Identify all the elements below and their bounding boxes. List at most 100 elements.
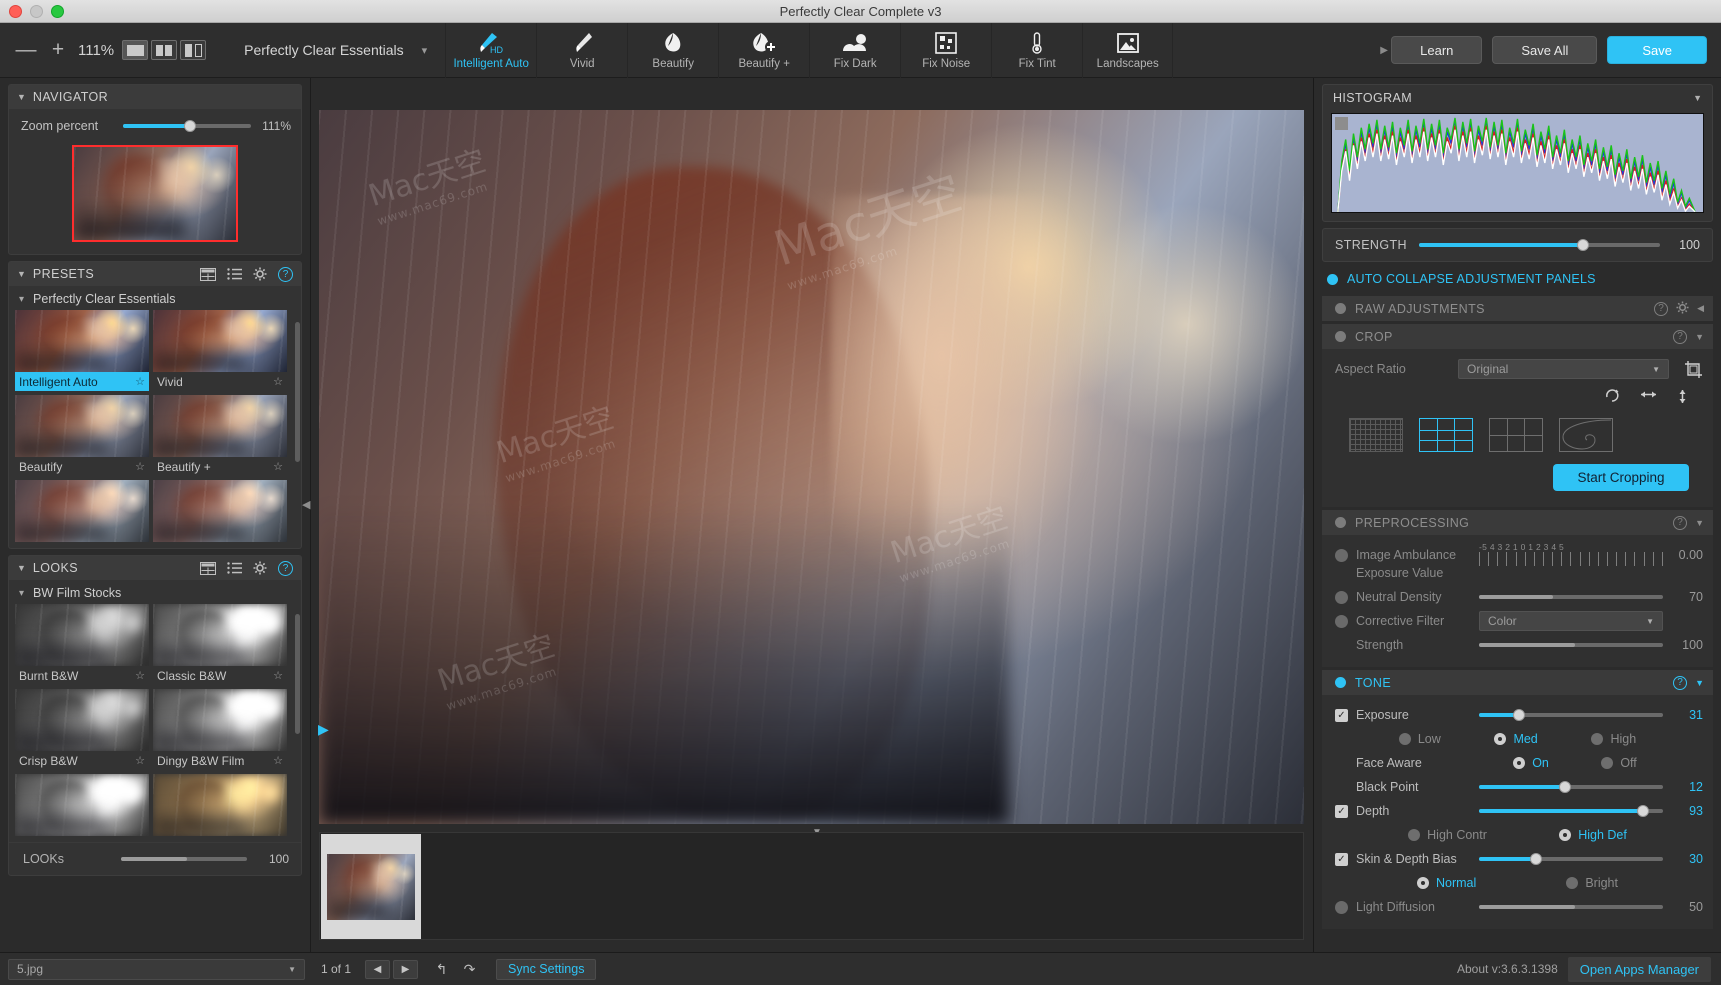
radio-low[interactable]: Low (1398, 732, 1441, 746)
image-canvas[interactable]: Mac天空www.mac69.com Mac天空www.mac69.com Ma… (319, 110, 1304, 824)
favorite-star-icon[interactable]: ☆ (135, 754, 145, 767)
triangle-down-icon[interactable]: ▼ (17, 92, 26, 102)
grid-dense-icon[interactable] (1349, 418, 1403, 452)
view-mode-group[interactable] (122, 40, 207, 60)
triangle-down-icon[interactable]: ▼ (1695, 332, 1704, 342)
looks-scrollbar[interactable] (295, 614, 300, 734)
rotate-icon[interactable] (1604, 388, 1621, 408)
tone-header[interactable]: TONE ? ▼ (1322, 670, 1713, 695)
navigator-header[interactable]: ▼ NAVIGATOR (9, 85, 301, 109)
tool-fix-tint[interactable]: Fix Tint (991, 22, 1082, 78)
golden-spiral-icon[interactable] (1559, 418, 1613, 452)
depth-slider[interactable] (1479, 805, 1663, 817)
view-mode-compare-icon[interactable] (180, 40, 207, 60)
neutral-density-slider[interactable] (1479, 595, 1663, 599)
view-mode-single-icon[interactable] (122, 40, 149, 60)
left-panel-collapse-handle[interactable]: ◀ (302, 498, 310, 511)
radio-high-contr[interactable]: High Contr (1408, 828, 1487, 842)
radio-face-aware-off[interactable]: Off (1601, 756, 1637, 770)
look-tile[interactable]: Classic B&W ☆ (153, 604, 287, 685)
tool-vivid[interactable]: Vivid (536, 22, 627, 78)
chevron-down-icon[interactable]: ▾ (422, 44, 428, 57)
chevron-down-icon[interactable]: ▾ (19, 294, 24, 305)
zoom-in-button[interactable]: + (42, 34, 74, 66)
auto-collapse-toggle[interactable]: AUTO COLLAPSE ADJUSTMENT PANELS (1314, 268, 1721, 293)
triangle-down-icon[interactable]: ▼ (17, 269, 26, 279)
exposure-checkbox[interactable]: ✓ (1335, 708, 1348, 722)
tool-intelligent-auto[interactable]: HD Intelligent Auto (445, 22, 536, 78)
radio-face-aware-on[interactable]: On (1513, 756, 1549, 770)
look-tile[interactable] (153, 774, 287, 836)
save-all-button[interactable]: Save All (1492, 36, 1598, 64)
favorite-star-icon[interactable]: ☆ (273, 669, 283, 682)
radio-high[interactable]: High (1591, 732, 1636, 746)
play-preview-icon[interactable]: ▶ (318, 721, 329, 738)
triangle-down-icon[interactable]: ▼ (1695, 678, 1704, 688)
toggle-dot-icon[interactable] (1335, 331, 1346, 342)
tool-beautify-plus[interactable]: Beautify + (718, 22, 809, 78)
corrective-filter-select[interactable]: Color ▼ (1479, 611, 1663, 631)
look-tile[interactable]: Crisp B&W ☆ (15, 689, 149, 770)
filter-strength-slider[interactable] (1479, 643, 1663, 647)
list-view-icon[interactable] (227, 268, 242, 280)
triangle-collapse-icon[interactable]: ◀ (1697, 303, 1704, 314)
black-point-slider[interactable] (1479, 781, 1663, 793)
toolbar-overflow-arrow-icon[interactable]: ▶ (1377, 45, 1391, 56)
preset-tile[interactable]: Intelligent Auto ☆ (15, 310, 149, 391)
preset-tile[interactable]: Beautify + ☆ (153, 395, 287, 476)
presets-scroll-area[interactable]: ▾ Perfectly Clear Essentials Intelligent… (9, 286, 301, 548)
favorite-star-icon[interactable]: ☆ (273, 375, 283, 388)
tool-beautify[interactable]: Beautify (627, 22, 718, 78)
look-tile[interactable]: Dingy B&W Film ☆ (153, 689, 287, 770)
tool-landscapes[interactable]: Landscapes (1082, 22, 1174, 78)
skin-depth-bias-slider[interactable] (1479, 853, 1663, 865)
toggle-dot-icon[interactable] (1335, 677, 1346, 688)
list-view-icon[interactable] (227, 562, 242, 574)
raw-adjustments-header[interactable]: RAW ADJUSTMENTS ? ◀ (1322, 296, 1713, 321)
presets-scrollbar[interactable] (295, 322, 300, 462)
radio-normal[interactable]: Normal (1417, 876, 1476, 890)
triangle-down-icon[interactable]: ▼ (1693, 93, 1702, 103)
previous-image-button[interactable]: ◀ (365, 959, 391, 979)
help-icon[interactable]: ? (278, 266, 293, 282)
open-apps-manager-button[interactable]: Open Apps Manager (1567, 956, 1711, 982)
exposure-ticks[interactable]: -5 4 3 2 1 0 1 2 3 4 5 (1479, 542, 1663, 567)
help-icon[interactable]: ? (1673, 675, 1688, 690)
gear-icon[interactable] (253, 267, 267, 281)
help-icon[interactable]: ? (1673, 329, 1688, 344)
help-icon[interactable]: ? (1654, 301, 1669, 316)
aspect-ratio-select[interactable]: Original ▼ (1458, 359, 1669, 379)
looks-group-header[interactable]: ▾ BW Film Stocks (9, 580, 301, 604)
exposure-slider[interactable] (1479, 709, 1663, 721)
image-ambulance-checkbox[interactable] (1335, 548, 1348, 562)
help-icon[interactable]: ? (1673, 515, 1688, 530)
grid-view-icon[interactable] (200, 561, 216, 575)
toggle-dot-icon[interactable] (1327, 273, 1338, 285)
histogram-header[interactable]: HISTOGRAM ▼ (1323, 85, 1712, 111)
preset-tile[interactable] (15, 480, 149, 542)
triangle-down-icon[interactable]: ▼ (1695, 518, 1704, 528)
favorite-star-icon[interactable]: ☆ (273, 754, 283, 767)
looks-header[interactable]: ▼ LOOKS ? (9, 556, 301, 580)
grid-quarters-icon[interactable] (1489, 418, 1543, 452)
filmstrip-item[interactable] (321, 834, 421, 939)
learn-button[interactable]: Learn (1391, 36, 1483, 64)
corrective-filter-checkbox[interactable] (1335, 614, 1348, 628)
looks-scroll-area[interactable]: ▾ BW Film Stocks Burnt B&W ☆ Classic B&W ☆… (9, 580, 301, 842)
filmstrip[interactable] (319, 832, 1304, 940)
light-diffusion-slider[interactable] (1479, 905, 1663, 909)
chevron-down-icon[interactable]: ▾ (19, 588, 24, 599)
redo-icon[interactable]: ↷ (457, 960, 482, 979)
tool-fix-noise[interactable]: Fix Noise (900, 22, 991, 78)
skin-depth-bias-checkbox[interactable]: ✓ (1335, 852, 1348, 866)
tool-fix-dark[interactable]: Fix Dark (809, 22, 900, 78)
depth-checkbox[interactable]: ✓ (1335, 804, 1348, 818)
preset-tile[interactable] (153, 480, 287, 542)
light-diffusion-checkbox[interactable] (1335, 900, 1348, 914)
presets-header[interactable]: ▼ PRESETS ? (9, 262, 301, 286)
radio-bright[interactable]: Bright (1566, 876, 1618, 890)
sync-settings-button[interactable]: Sync Settings (496, 958, 597, 980)
undo-icon[interactable]: ↰ (429, 960, 454, 979)
next-image-button[interactable]: ▶ (393, 959, 419, 979)
crop-frame-icon[interactable] (1677, 360, 1703, 379)
